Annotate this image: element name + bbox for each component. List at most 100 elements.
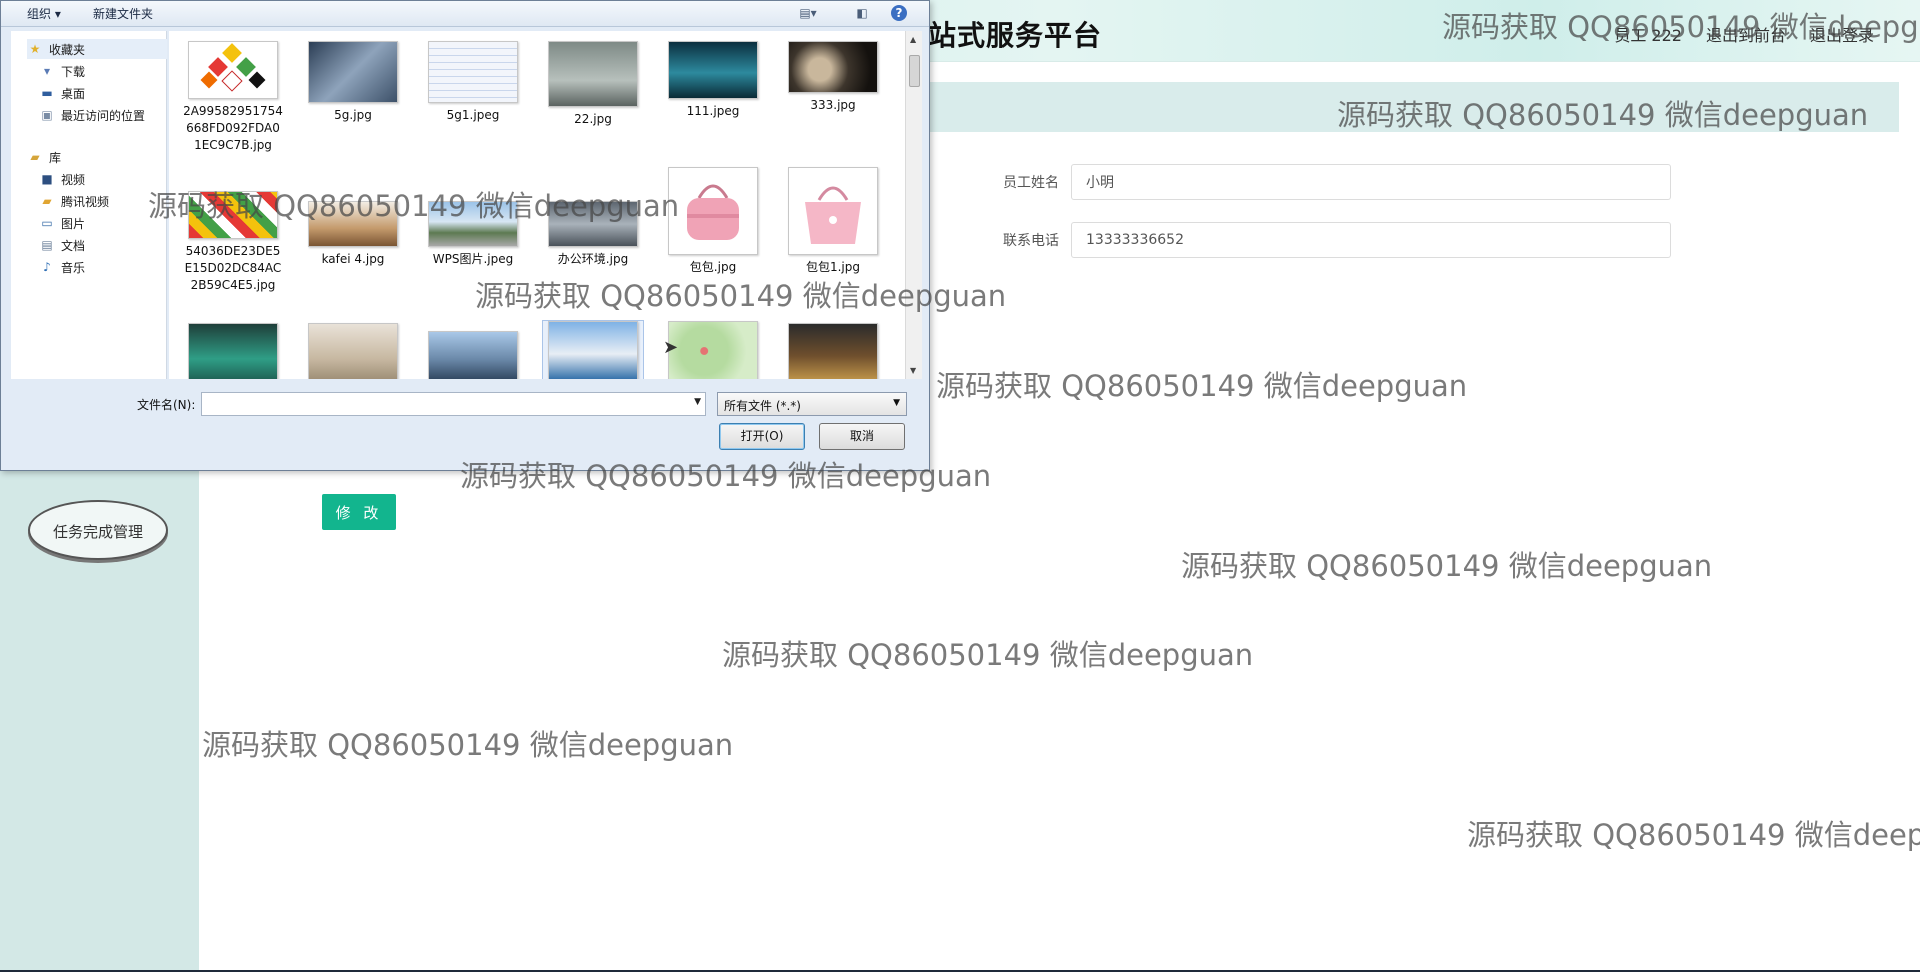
help-icon[interactable]: ? <box>891 5 907 21</box>
chevron-down-icon[interactable]: ▼ <box>694 397 701 407</box>
dialog-toolbar: 组织 ▾ 新建文件夹 ▤▾ ◧ ? <box>1 1 929 27</box>
mouse-cursor-icon: ➤ <box>663 337 679 358</box>
file-name: 668FD092FDA0 <box>186 121 280 135</box>
phone-row: 联系电话 <box>1003 222 1671 258</box>
file-thumbnail <box>188 41 278 99</box>
file-thumbnail <box>428 331 518 379</box>
file-name: 包包1.jpg <box>805 260 861 274</box>
nav-downloads[interactable]: ▾ 下载 <box>39 61 85 81</box>
file-list-scrollbar[interactable]: ▲ ▼ <box>905 31 922 379</box>
name-label: 员工姓名 <box>1003 175 1059 191</box>
file-tile[interactable]: WPS图片.jpeg <box>423 201 523 268</box>
file-name: 2B59C4E5.jpg <box>190 278 276 292</box>
phone-field[interactable] <box>1071 222 1671 258</box>
file-tile[interactable] <box>542 320 644 379</box>
file-name: 5g1.jpeg <box>446 108 500 122</box>
back-to-frontend-link[interactable]: 退出到前台 <box>1706 22 1786 46</box>
nav-pictures[interactable]: ▭ 图片 <box>39 213 85 233</box>
name-row: 员工姓名 <box>1003 164 1671 200</box>
file-thumbnail <box>668 167 758 255</box>
file-thumbnail <box>428 201 518 247</box>
current-user-link[interactable]: 员工 222 <box>1614 22 1682 46</box>
documents-icon: ▤ <box>41 238 53 252</box>
file-name: 333.jpg <box>810 98 856 112</box>
file-thumbnail <box>548 41 638 107</box>
scroll-up-icon[interactable]: ▲ <box>910 35 916 44</box>
submit-edit-button[interactable]: 修 改 <box>322 494 396 530</box>
file-list: 2A99582951754 668FD092FDA0 1EC9C7B.jpg 5… <box>169 31 905 379</box>
file-tile[interactable]: 包包1.jpg <box>783 167 883 276</box>
file-thumbnail <box>788 323 878 379</box>
new-folder-button[interactable]: 新建文件夹 <box>93 5 153 22</box>
name-field[interactable] <box>1071 164 1671 200</box>
file-name: E15D02DC84AC <box>184 261 282 275</box>
file-tile[interactable]: 5g.jpg <box>303 41 403 124</box>
file-tile[interactable]: 办公环境.jpg <box>543 201 643 268</box>
file-tile[interactable] <box>183 323 283 379</box>
file-tile[interactable] <box>783 323 883 379</box>
nav-videos[interactable]: ■ 视频 <box>39 169 85 189</box>
pink-handbag-image <box>805 186 861 244</box>
file-thumbnail <box>548 201 638 247</box>
file-tile[interactable]: kafei 4.jpg <box>303 201 403 268</box>
file-thumbnail <box>548 321 638 379</box>
file-tile[interactable] <box>303 323 403 379</box>
navigation-pane: ★ 收藏夹 ▾ 下载 ▬ 桌面 ▣ 最近访问的位置 ▰ 库 ■ 视频 ▰ 腾讯视频 ▭ 图片 ▤… <box>11 31 167 379</box>
file-thumbnail <box>188 191 278 239</box>
file-tile[interactable]: 5g1.jpeg <box>423 41 523 124</box>
nav-documents[interactable]: ▤ 文档 <box>39 235 85 255</box>
file-tile[interactable]: 54036DE23DE5 E15D02DC84AC 2B59C4E5.jpg <box>183 191 283 294</box>
file-name: 包包.jpg <box>689 260 737 274</box>
library-icon: ▰ <box>30 150 40 164</box>
nav-music[interactable]: ♪ 音乐 <box>39 257 85 277</box>
filename-label: 文件名(N): <box>137 398 196 412</box>
file-name: kafei 4.jpg <box>321 252 385 266</box>
logout-link[interactable]: 退出登录 <box>1810 22 1874 46</box>
nav-libraries[interactable]: ▰ 库 <box>27 147 61 167</box>
file-name: 22.jpg <box>574 112 612 126</box>
nav-desktop[interactable]: ▬ 桌面 <box>39 83 85 103</box>
file-name: 1EC9C7B.jpg <box>194 138 272 152</box>
nav-tencent-video[interactable]: ▰ 腾讯视频 <box>39 191 109 211</box>
file-tile[interactable] <box>423 331 523 379</box>
file-name: 2A99582951754 <box>183 104 283 118</box>
file-tile[interactable]: 333.jpg <box>783 41 883 114</box>
download-folder-icon: ▾ <box>43 64 51 78</box>
file-name: 办公环境.jpg <box>557 252 629 266</box>
folder-icon: ▰ <box>42 194 52 208</box>
pink-handbag-image <box>687 184 739 240</box>
hazard-signs-image <box>200 43 266 92</box>
open-button[interactable]: 打开(O) <box>719 423 805 450</box>
scroll-down-icon[interactable]: ▼ <box>910 366 916 375</box>
view-icon[interactable]: ▤▾ <box>799 4 817 22</box>
file-tile[interactable]: 111.jpeg <box>663 41 763 120</box>
recent-places-icon: ▣ <box>41 108 53 122</box>
file-thumbnail <box>308 323 398 379</box>
phone-label: 联系电话 <box>1003 233 1059 249</box>
app-title: 站式服务平台 <box>928 19 1103 52</box>
filetype-select[interactable]: 所有文件 (*.*) ▼ <box>717 392 907 416</box>
file-open-dialog: 组织 ▾ 新建文件夹 ▤▾ ◧ ? ★ 收藏夹 ▾ 下载 ▬ 桌面 ▣ 最近访问的位置 … <box>0 0 930 471</box>
file-thumbnail <box>308 41 398 103</box>
video-icon: ■ <box>41 172 53 186</box>
filename-input[interactable]: ▼ <box>201 392 706 416</box>
file-tile[interactable]: 2A99582951754 668FD092FDA0 1EC9C7B.jpg <box>183 41 283 154</box>
file-thumbnail <box>308 201 398 247</box>
file-thumbnail <box>668 321 758 379</box>
file-thumbnail <box>668 41 758 99</box>
file-name: 54036DE23DE5 <box>185 244 281 258</box>
file-thumbnail <box>788 41 878 93</box>
file-tile[interactable]: 包包.jpg <box>663 167 763 276</box>
cancel-button[interactable]: 取消 <box>819 423 905 450</box>
preview-pane-icon[interactable]: ◧ <box>853 4 871 22</box>
sidebar-item-task-completion[interactable]: 任务完成管理 <box>28 500 168 560</box>
nav-recent[interactable]: ▣ 最近访问的位置 <box>39 105 145 125</box>
file-thumbnail <box>428 41 518 103</box>
organize-button[interactable]: 组织 ▾ <box>27 5 61 22</box>
file-name: 111.jpeg <box>686 104 740 118</box>
desktop-icon: ▬ <box>41 86 53 100</box>
nav-favorites[interactable]: ★ 收藏夹 <box>27 39 167 59</box>
file-tile[interactable]: 22.jpg <box>543 41 643 128</box>
file-thumbnail <box>788 167 878 255</box>
scroll-thumb[interactable] <box>909 55 920 87</box>
